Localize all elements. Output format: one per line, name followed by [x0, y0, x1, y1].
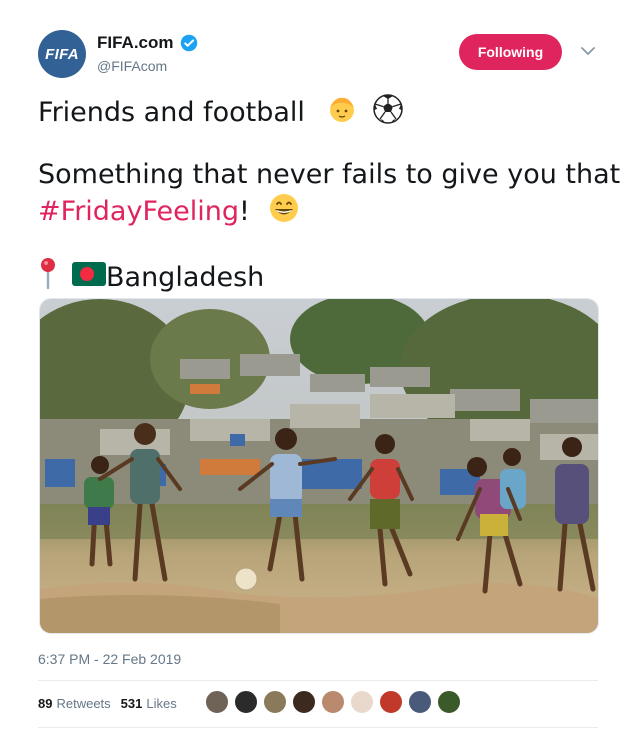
child-face-icon — [327, 94, 357, 133]
liker-avatar[interactable] — [263, 690, 287, 714]
bangladesh-flag-icon — [72, 261, 106, 295]
verified-badge-icon — [180, 34, 197, 52]
liker-avatar[interactable] — [321, 690, 345, 714]
tweet-line-1: Friends and football — [38, 93, 404, 134]
location-text: Bangladesh — [106, 261, 265, 293]
author-name-row: FIFA.com — [97, 33, 198, 53]
liker-avatar[interactable] — [437, 690, 461, 714]
liker-avatar[interactable] — [205, 690, 229, 714]
retweets-label[interactable]: Retweets — [56, 696, 110, 711]
soccer-ball-icon — [372, 93, 404, 134]
avatar[interactable]: FIFA — [38, 30, 86, 78]
liker-avatar[interactable] — [408, 690, 432, 714]
hashtag-link[interactable]: #FridayFeeling — [38, 196, 239, 227]
retweets-count[interactable]: 89 — [38, 696, 52, 711]
tweet-stats: 89 Retweets 531 Likes — [38, 696, 187, 711]
tweet-timestamp[interactable]: 6:37 PM - 22 Feb 2019 — [38, 651, 181, 667]
liker-avatar[interactable] — [292, 690, 316, 714]
likes-count[interactable]: 531 — [121, 696, 143, 711]
round-pushpin-icon — [38, 256, 58, 299]
chevron-down-icon[interactable] — [581, 47, 595, 56]
liker-avatar[interactable] — [234, 690, 258, 714]
following-button[interactable]: Following — [459, 34, 562, 70]
grinning-face-icon — [268, 192, 300, 233]
avatar-text: FIFA — [45, 45, 79, 63]
hashtag-suffix: ! — [238, 196, 250, 227]
user-handle[interactable]: @FIFAcom — [97, 58, 167, 74]
liker-avatars — [205, 690, 466, 714]
display-name[interactable]: FIFA.com — [97, 33, 174, 53]
tweet-photo[interactable] — [39, 298, 599, 634]
tweet-location-line: Bangladesh — [38, 256, 264, 299]
divider — [38, 727, 598, 728]
divider — [38, 680, 598, 681]
liker-avatar[interactable] — [350, 690, 374, 714]
tweet-line-2: Something that never fails to give you t… — [38, 159, 621, 190]
likes-label[interactable]: Likes — [146, 696, 176, 711]
tweet-line-3: #FridayFeeling! — [38, 192, 300, 233]
photo-illustration — [40, 299, 598, 633]
liker-avatar[interactable] — [379, 690, 403, 714]
tweet-line-1-text: Friends and football — [38, 97, 305, 128]
